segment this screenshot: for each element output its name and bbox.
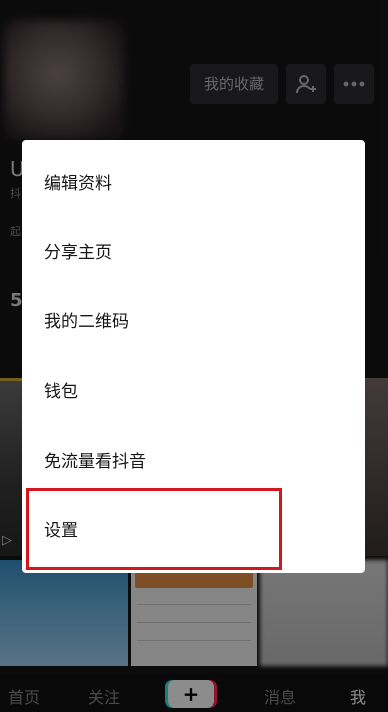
menu-item-edit-profile[interactable]: 编辑资料 bbox=[22, 150, 365, 219]
menu-item-share-homepage[interactable]: 分享主页 bbox=[22, 219, 365, 288]
menu-item-free-data[interactable]: 免流量看抖音 bbox=[22, 428, 365, 497]
menu-item-settings[interactable]: 设置 bbox=[22, 497, 365, 566]
menu-item-wallet[interactable]: 钱包 bbox=[22, 358, 365, 427]
profile-menu: 编辑资料 分享主页 我的二维码 钱包 免流量看抖音 设置 bbox=[22, 140, 365, 573]
menu-item-qr-code[interactable]: 我的二维码 bbox=[22, 288, 365, 357]
